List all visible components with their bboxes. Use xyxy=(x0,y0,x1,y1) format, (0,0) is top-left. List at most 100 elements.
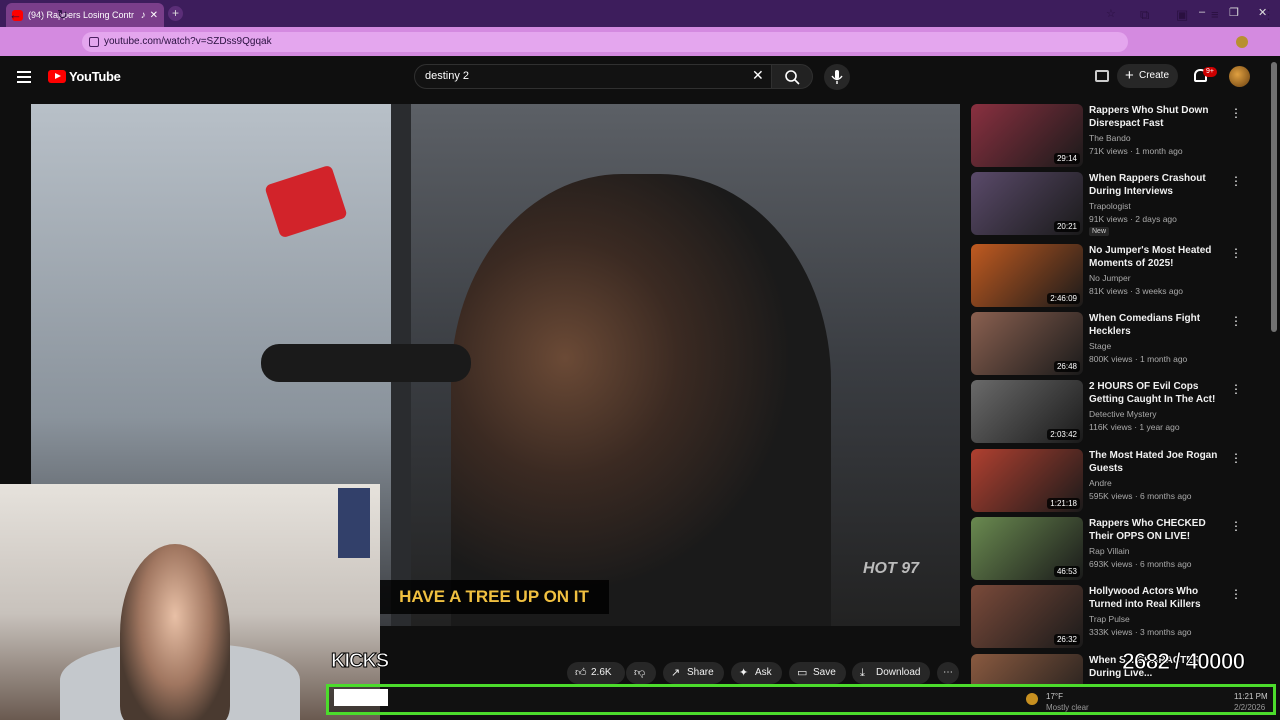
recommended-video-card[interactable]: 2:03:42 2 HOURS OF Evil Cops Getting Caug… xyxy=(971,380,1251,444)
recommended-video-card[interactable]: 20:21 When Rappers Crashout During Interv… xyxy=(971,172,1251,236)
recommended-video-card[interactable]: 2:46:09 No Jumper's Most Heated Moments o… xyxy=(971,244,1251,308)
recommended-video-card[interactable]: 26:32 Hollywood Actors Who Turned into Re… xyxy=(971,585,1251,649)
recommended-video-card[interactable]: 26:48 When Comedians Fight Hecklers Stage 8… xyxy=(971,312,1251,376)
queue-icon[interactable]: ≡ xyxy=(1211,7,1219,22)
thumbs-up-icon: 👍︎ xyxy=(575,667,587,679)
video-options-icon[interactable]: ⋮ xyxy=(1230,382,1242,396)
video-title[interactable]: When Comedians Fight Hecklers xyxy=(1089,312,1224,338)
video-thumbnail[interactable]: 26:32 xyxy=(971,585,1083,648)
channel-name[interactable]: The Bando xyxy=(1089,133,1131,143)
channel-name[interactable]: Rap Villain xyxy=(1089,546,1129,556)
more-horizontal-icon: ⋯ xyxy=(943,667,953,678)
browser-tab-bar xyxy=(0,0,1280,27)
video-meta: 91K views · 2 days ago xyxy=(1089,214,1177,224)
video-duration: 26:32 xyxy=(1053,634,1080,645)
profile-avatar-icon[interactable] xyxy=(1236,36,1248,48)
like-button[interactable]: 👍︎ 2.6K xyxy=(567,662,625,684)
ask-label: Ask xyxy=(755,667,772,678)
speaker-icon[interactable]: ♪ xyxy=(141,10,146,21)
progress-fill xyxy=(334,689,388,706)
hamburger-menu-icon[interactable] xyxy=(17,71,31,83)
browser-tab[interactable]: (94) Rappers Losing Contr ♪ ✕ xyxy=(6,3,164,27)
video-thumbnail[interactable]: 20:21 xyxy=(971,172,1083,235)
video-title[interactable]: When Rappers Crashout During Interviews xyxy=(1089,172,1224,198)
video-thumbnail[interactable]: 2:46:09 xyxy=(971,244,1083,307)
video-meta: 595K views · 6 months ago xyxy=(1089,491,1192,501)
close-tab-icon[interactable]: ✕ xyxy=(150,10,158,21)
ask-button[interactable]: ✦ Ask xyxy=(731,662,782,684)
share-icon: ↗ xyxy=(671,667,681,679)
video-title[interactable]: Hollywood Actors Who Turned into Real Ki… xyxy=(1089,585,1224,611)
video-thumbnail[interactable]: 1:21:18 xyxy=(971,449,1083,512)
create-button[interactable]: + Create xyxy=(1117,64,1178,88)
recommended-video-card[interactable]: 1:21:18 The Most Hated Joe Rogan Guests An… xyxy=(971,449,1251,513)
bookmark-star-icon[interactable]: ☆ xyxy=(1106,7,1116,20)
sparkle-icon: ✦ xyxy=(739,667,749,679)
video-title[interactable]: Rappers Who CHECKED Their OPPS ON LIVE! xyxy=(1089,517,1224,543)
save-label: Save xyxy=(813,667,836,678)
save-button[interactable]: ▭ Save xyxy=(789,662,846,684)
address-bar[interactable]: youtube.com/watch?v=SZDss9Qgqak xyxy=(82,32,1128,52)
video-duration: 46:53 xyxy=(1053,566,1080,577)
video-thumbnail[interactable] xyxy=(971,654,1083,684)
video-options-icon[interactable]: ⋮ xyxy=(1230,246,1242,260)
video-duration: 29:14 xyxy=(1053,153,1080,164)
download-button[interactable]: ⤓ Download xyxy=(852,662,931,684)
channel-name[interactable]: Trapologist xyxy=(1089,201,1131,211)
video-thumbnail[interactable]: 26:48 xyxy=(971,312,1083,375)
video-thumbnail[interactable]: 2:03:42 xyxy=(971,380,1083,443)
video-options-icon[interactable]: ⋮ xyxy=(1230,174,1242,188)
channel-name[interactable]: Stage xyxy=(1089,341,1111,351)
video-title[interactable]: 2 HOURS OF Evil Cops Getting Caught In T… xyxy=(1089,380,1224,406)
thumbs-down-icon: 👎︎ xyxy=(634,667,646,679)
goal-counter: 2682 / 40000 xyxy=(1121,648,1245,675)
forward-icon[interactable]: → xyxy=(33,7,46,22)
search-input[interactable]: destiny 2 xyxy=(414,64,772,89)
channel-name[interactable]: No Jumper xyxy=(1089,273,1131,283)
sidebar-icon[interactable]: ▣ xyxy=(1176,7,1188,23)
video-thumbnail[interactable]: 29:14 xyxy=(971,104,1083,167)
youtube-logo-text[interactable]: YouTube xyxy=(69,69,121,84)
video-meta: 333K views · 3 months ago xyxy=(1089,627,1192,637)
video-meta: 800K views · 1 month ago xyxy=(1089,354,1188,364)
back-icon[interactable]: ← xyxy=(9,7,22,22)
maximize-button[interactable]: ❐ xyxy=(1229,6,1239,19)
recommended-video-card[interactable]: 29:14 Rappers Who Shut Down Disrespact Fa… xyxy=(971,104,1251,168)
new-tab-button[interactable]: + xyxy=(168,6,183,21)
video-duration: 26:48 xyxy=(1053,361,1080,372)
account-avatar[interactable] xyxy=(1229,66,1250,87)
dislike-button[interactable]: 👎︎ xyxy=(626,662,656,684)
video-title[interactable]: The Most Hated Joe Rogan Guests xyxy=(1089,449,1224,475)
video-title[interactable]: No Jumper's Most Heated Moments of 2025! xyxy=(1089,244,1224,270)
page-scrollbar[interactable] xyxy=(1271,62,1277,332)
kicks-label: KICKS xyxy=(330,650,389,673)
video-caption: HAVE A TREE UP ON IT xyxy=(379,580,609,614)
share-button[interactable]: ↗ Share xyxy=(663,662,724,684)
channel-name[interactable]: Detective Mystery xyxy=(1089,409,1157,419)
video-options-icon[interactable]: ⋮ xyxy=(1230,587,1242,601)
video-thumbnail[interactable]: 46:53 xyxy=(971,517,1083,580)
download-icon: ⤓ xyxy=(860,667,865,679)
download-label: Download xyxy=(876,667,921,678)
site-info-icon[interactable] xyxy=(89,37,99,47)
cast-icon[interactable] xyxy=(1095,70,1109,82)
channel-name[interactable]: Andre xyxy=(1089,478,1112,488)
youtube-logo-icon[interactable] xyxy=(48,70,66,83)
video-meta: 81K views · 3 weeks ago xyxy=(1089,286,1184,296)
clear-search-icon[interactable]: ✕ xyxy=(752,67,764,84)
voice-search-button[interactable] xyxy=(824,64,850,90)
search-button[interactable] xyxy=(771,64,813,89)
share-label: Share xyxy=(687,667,714,678)
reload-icon[interactable]: ↻ xyxy=(57,7,68,23)
minimize-button[interactable]: – xyxy=(1199,6,1205,18)
video-options-icon[interactable]: ⋮ xyxy=(1230,519,1242,533)
extensions-icon[interactable]: ⧉ xyxy=(1140,7,1149,23)
channel-name[interactable]: Trap Pulse xyxy=(1089,614,1130,624)
video-options-icon[interactable]: ⋮ xyxy=(1230,314,1242,328)
browser-menu-icon[interactable]: ⋮ xyxy=(1262,7,1275,23)
video-options-icon[interactable]: ⋮ xyxy=(1230,451,1242,465)
recommended-video-card[interactable]: 46:53 Rappers Who CHECKED Their OPPS ON L… xyxy=(971,517,1251,581)
video-options-icon[interactable]: ⋮ xyxy=(1230,106,1242,120)
more-actions-button[interactable]: ⋯ xyxy=(937,662,959,684)
video-title[interactable]: Rappers Who Shut Down Disrespact Fast xyxy=(1089,104,1224,130)
